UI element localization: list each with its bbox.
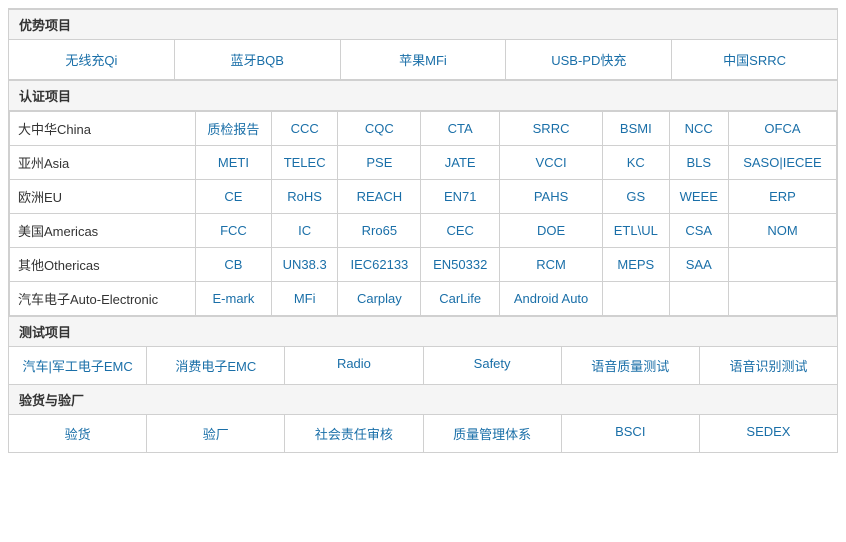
cert-row-auto-label: 汽车电子Auto-Electronic [10, 282, 196, 316]
cert-row-americas-label: 美国Americas [10, 214, 196, 248]
cert-row-others: 其他Othericas CB UN38.3 IEC62133 EN50332 R… [10, 248, 837, 282]
cert-item[interactable]: ERP [728, 180, 836, 214]
cert-item[interactable]: PAHS [500, 180, 603, 214]
testing-section: 测试项目 汽车|军工电子EMC 消费电子EMC Radio Safety 语音质… [9, 316, 837, 384]
cert-item[interactable]: BLS [669, 146, 728, 180]
cert-item[interactable]: ETL\UL [603, 214, 669, 248]
cert-item[interactable]: SASO|IECEE [728, 146, 836, 180]
test-item-1[interactable]: 消费电子EMC [147, 347, 285, 384]
cert-item[interactable]: IEC62133 [338, 248, 421, 282]
advantages-section: 优势项目 无线充Qi 蓝牙BQB 苹果MFi USB-PD快充 中国SRRC [9, 9, 837, 80]
cert-row-eu: 欧洲EU CE RoHS REACH EN71 PAHS GS WEEE ERP [10, 180, 837, 214]
advantage-item-1[interactable]: 蓝牙BQB [175, 40, 341, 79]
cert-item[interactable]: SRRC [500, 112, 603, 146]
test-item-4[interactable]: 语音质量测试 [562, 347, 700, 384]
advantage-item-0[interactable]: 无线充Qi [9, 40, 175, 79]
inspection-grid: 验货 验厂 社会责任审核 质量管理体系 BSCI SEDEX [9, 415, 837, 452]
cert-item[interactable]: REACH [338, 180, 421, 214]
cert-row-americas: 美国Americas FCC IC Rro65 CEC DOE ETL\UL C… [10, 214, 837, 248]
cert-item[interactable]: CarLife [421, 282, 500, 316]
inspect-item-5[interactable]: SEDEX [700, 415, 837, 452]
cert-item[interactable]: UN38.3 [271, 248, 337, 282]
inspect-item-4[interactable]: BSCI [562, 415, 700, 452]
advantages-grid: 无线充Qi 蓝牙BQB 苹果MFi USB-PD快充 中国SRRC [9, 40, 837, 80]
cert-item [728, 248, 836, 282]
cert-item[interactable]: CB [195, 248, 271, 282]
cert-item[interactable]: MEPS [603, 248, 669, 282]
cert-item[interactable]: CTA [421, 112, 500, 146]
cert-row-auto: 汽车电子Auto-Electronic E-mark MFi Carplay C… [10, 282, 837, 316]
cert-item[interactable]: FCC [195, 214, 271, 248]
cert-item[interactable]: NOM [728, 214, 836, 248]
main-container: 优势项目 无线充Qi 蓝牙BQB 苹果MFi USB-PD快充 中国SRRC 认… [8, 8, 838, 453]
cert-item[interactable]: JATE [421, 146, 500, 180]
test-item-0[interactable]: 汽车|军工电子EMC [9, 347, 147, 384]
cert-item[interactable]: PSE [338, 146, 421, 180]
cert-item[interactable]: CCC [271, 112, 337, 146]
advantage-item-3[interactable]: USB-PD快充 [506, 40, 672, 79]
cert-row-china-label: 大中华China [10, 112, 196, 146]
cert-item [669, 282, 728, 316]
cert-item[interactable]: DOE [500, 214, 603, 248]
cert-item[interactable]: METI [195, 146, 271, 180]
cert-item[interactable]: NCC [669, 112, 728, 146]
cert-item[interactable]: BSMI [603, 112, 669, 146]
cert-item[interactable]: GS [603, 180, 669, 214]
cert-row-asia: 亚州Asia METI TELEC PSE JATE VCCI KC BLS S… [10, 146, 837, 180]
cert-table: 大中华China 质检报告 CCC CQC CTA SRRC BSMI NCC … [9, 111, 837, 316]
advantage-item-2[interactable]: 苹果MFi [341, 40, 507, 79]
cert-item [603, 282, 669, 316]
cert-item[interactable]: Rro65 [338, 214, 421, 248]
cert-item[interactable]: KC [603, 146, 669, 180]
cert-item[interactable]: EN50332 [421, 248, 500, 282]
cert-item[interactable]: WEEE [669, 180, 728, 214]
certifications-section: 认证项目 大中华China 质检报告 CCC CQC CTA SRRC BSMI… [9, 80, 837, 316]
inspect-item-1[interactable]: 验厂 [147, 415, 285, 452]
inspect-item-2[interactable]: 社会责任审核 [285, 415, 423, 452]
advantages-header: 优势项目 [9, 9, 837, 40]
cert-item[interactable]: Carplay [338, 282, 421, 316]
cert-item[interactable]: VCCI [500, 146, 603, 180]
test-item-2[interactable]: Radio [285, 347, 423, 384]
cert-item [728, 282, 836, 316]
cert-item[interactable]: OFCA [728, 112, 836, 146]
test-item-3[interactable]: Safety [424, 347, 562, 384]
inspection-section: 验货与验厂 验货 验厂 社会责任审核 质量管理体系 BSCI SEDEX [9, 384, 837, 452]
inspect-item-3[interactable]: 质量管理体系 [424, 415, 562, 452]
cert-item[interactable]: IC [271, 214, 337, 248]
cert-row-asia-label: 亚州Asia [10, 146, 196, 180]
cert-item[interactable]: SAA [669, 248, 728, 282]
test-item-5[interactable]: 语音识别测试 [700, 347, 837, 384]
certifications-header: 认证项目 [9, 80, 837, 111]
cert-row-eu-label: 欧洲EU [10, 180, 196, 214]
cert-item[interactable]: CE [195, 180, 271, 214]
cert-item[interactable]: Android Auto [500, 282, 603, 316]
cert-item[interactable]: EN71 [421, 180, 500, 214]
inspection-header: 验货与验厂 [9, 384, 837, 415]
cert-item[interactable]: TELEC [271, 146, 337, 180]
testing-header: 测试项目 [9, 316, 837, 347]
advantage-item-4[interactable]: 中国SRRC [672, 40, 837, 79]
testing-grid: 汽车|军工电子EMC 消费电子EMC Radio Safety 语音质量测试 语… [9, 347, 837, 384]
inspect-item-0[interactable]: 验货 [9, 415, 147, 452]
cert-item[interactable]: MFi [271, 282, 337, 316]
cert-row-others-label: 其他Othericas [10, 248, 196, 282]
cert-row-china: 大中华China 质检报告 CCC CQC CTA SRRC BSMI NCC … [10, 112, 837, 146]
cert-item[interactable]: CEC [421, 214, 500, 248]
cert-item[interactable]: 质检报告 [195, 112, 271, 146]
cert-item[interactable]: CQC [338, 112, 421, 146]
cert-item[interactable]: E-mark [195, 282, 271, 316]
cert-item[interactable]: RoHS [271, 180, 337, 214]
cert-item[interactable]: RCM [500, 248, 603, 282]
cert-item[interactable]: CSA [669, 214, 728, 248]
